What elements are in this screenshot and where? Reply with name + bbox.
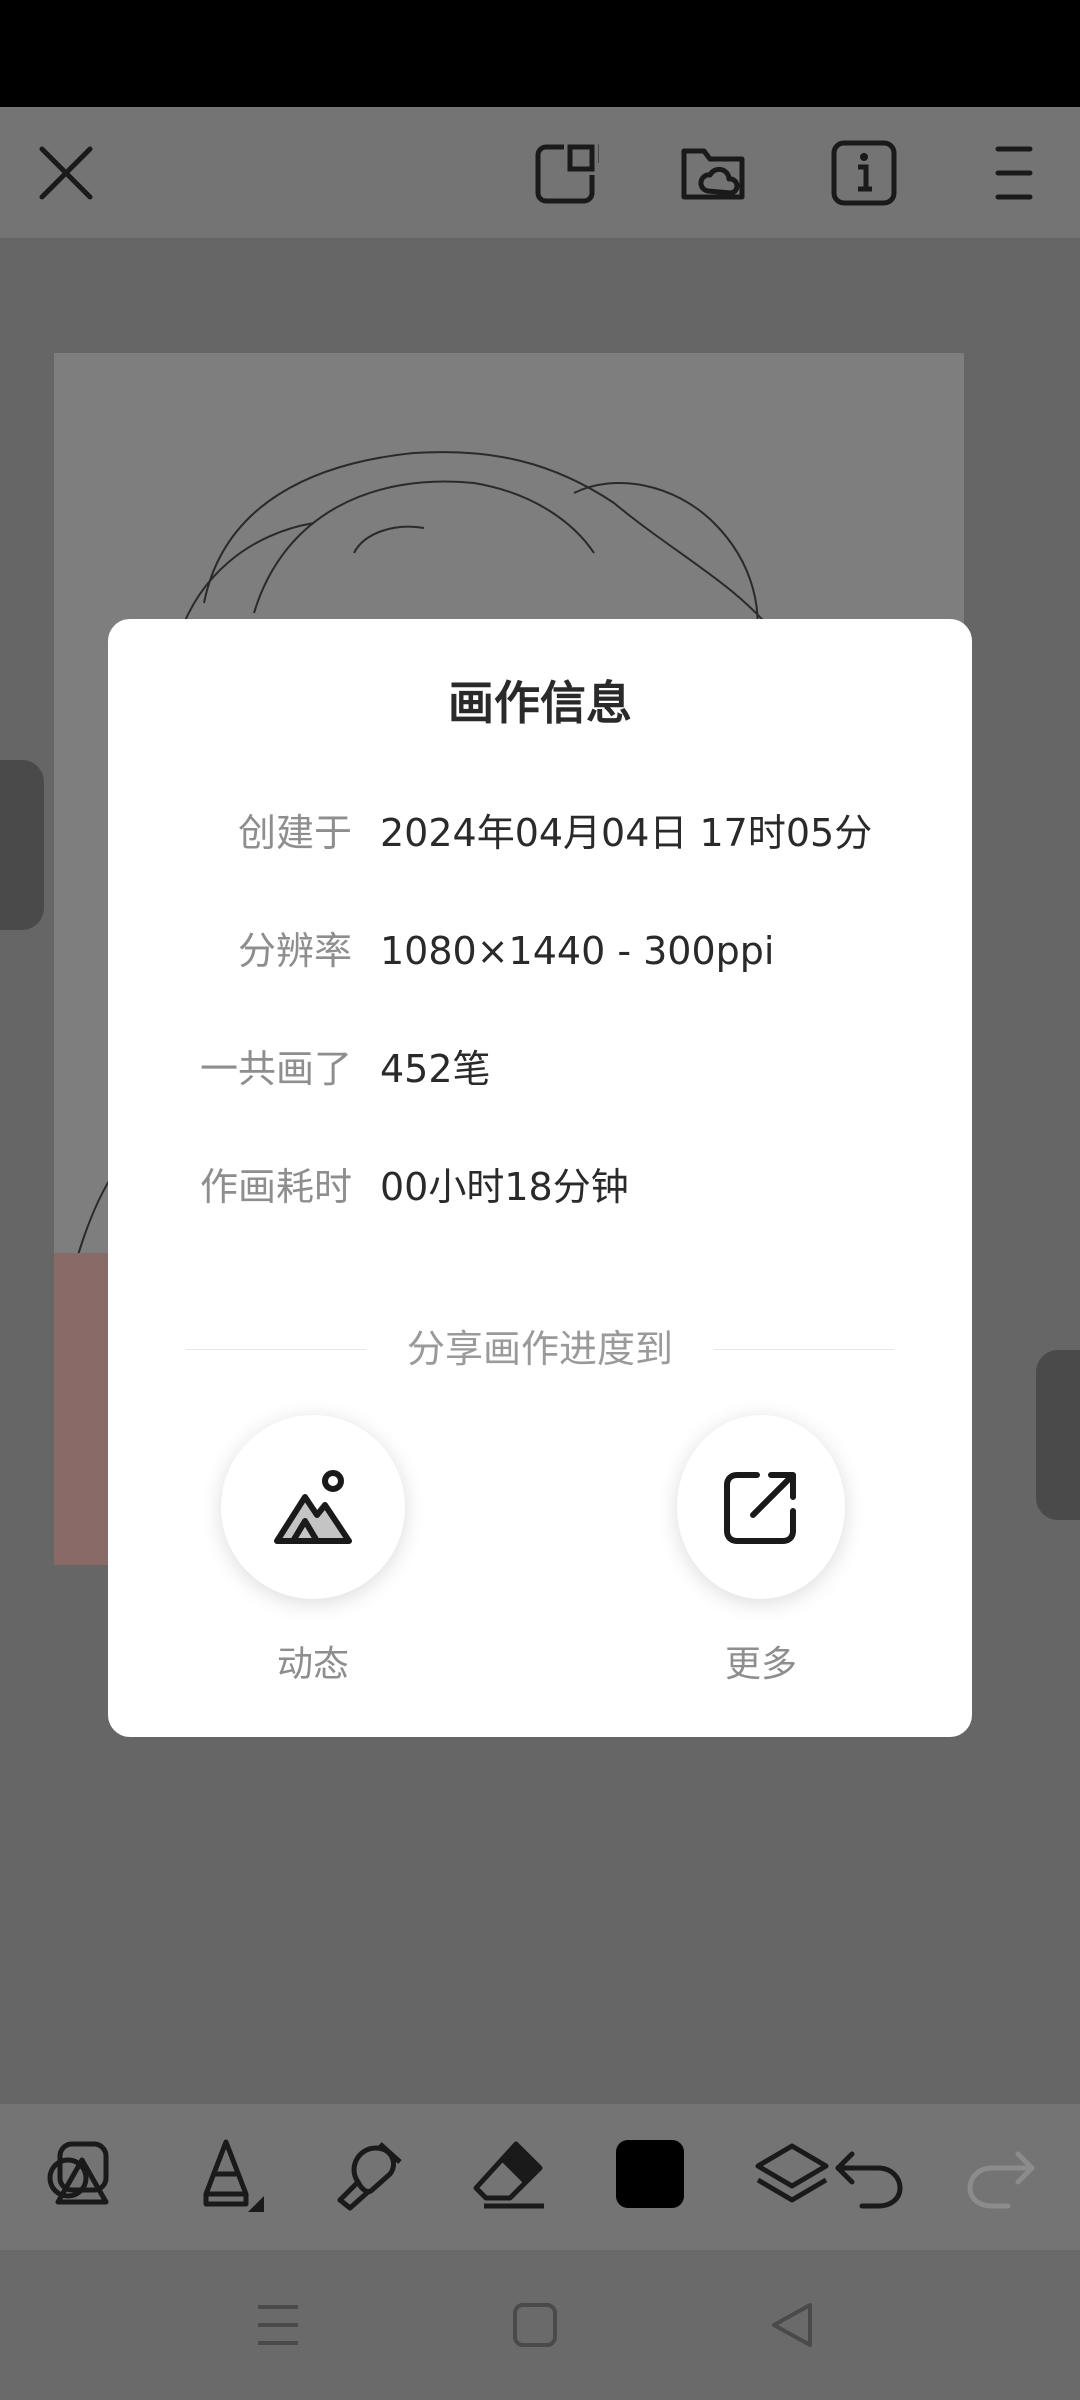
share-more-label: 更多 <box>724 1644 797 1685</box>
shapes-tool[interactable] <box>32 2124 132 2224</box>
eraser-tool[interactable] <box>460 2124 560 2224</box>
share-more-circle[interactable] <box>677 1415 845 1599</box>
shapes-icon <box>47 2141 109 2205</box>
menu-icon <box>995 146 1033 200</box>
share-section-heading: 分享画作进度到 <box>186 1319 894 1379</box>
smudge-icon <box>337 2142 402 2211</box>
artwork-info-dialog: 画作信息 创建于 2024年04月04日 17时05分 分辨率 1080×144… <box>108 619 972 1737</box>
divider <box>714 1349 894 1350</box>
info-row-duration: 作画耗时 00小时18分钟 <box>108 1157 972 1217</box>
undo-button[interactable] <box>820 2124 920 2224</box>
right-side-slider[interactable] <box>1036 1350 1080 1520</box>
export-button[interactable] <box>522 129 610 217</box>
info-row-resolution: 分辨率 1080×1440 - 300ppi <box>108 921 972 981</box>
share-feed-circle[interactable] <box>221 1415 405 1599</box>
cloud-folder-icon <box>681 148 745 200</box>
close-button[interactable] <box>22 129 110 217</box>
mountain-image-icon <box>274 1470 352 1544</box>
bottom-toolbar <box>0 2104 1080 2250</box>
back-icon <box>772 2303 812 2347</box>
info-label: 一共画了 <box>199 1047 352 1091</box>
system-nav-bar <box>0 2250 1080 2400</box>
recents-icon <box>258 2305 298 2345</box>
info-value: 1080×1440 - 300ppi <box>380 929 775 973</box>
info-button[interactable] <box>820 129 908 217</box>
share-to-feed-button[interactable]: 动态 <box>218 1415 408 1687</box>
home-button[interactable] <box>500 2290 570 2360</box>
home-icon <box>513 2303 557 2347</box>
cloud-folder-button[interactable] <box>670 129 758 217</box>
left-side-slider[interactable] <box>0 760 44 930</box>
smudge-tool[interactable] <box>318 2124 418 2224</box>
info-label: 分辨率 <box>237 929 352 973</box>
info-value: 2024年04月04日 17时05分 <box>380 811 873 855</box>
export-icon <box>535 141 599 204</box>
redo-button[interactable] <box>950 2124 1050 2224</box>
share-more-button[interactable]: 更多 <box>666 1415 856 1687</box>
pencil-tool[interactable] <box>176 2124 276 2224</box>
close-icon <box>39 146 93 200</box>
external-share-icon <box>724 1472 796 1544</box>
top-toolbar <box>0 107 1080 238</box>
menu-button[interactable] <box>970 129 1058 217</box>
info-row-created: 创建于 2024年04月04日 17时05分 <box>108 803 972 863</box>
info-icon <box>831 140 897 206</box>
info-label: 创建于 <box>237 811 352 855</box>
redo-icon <box>967 2151 1035 2209</box>
recents-button[interactable] <box>243 2290 313 2360</box>
eraser-icon <box>473 2141 544 2209</box>
share-feed-label: 动态 <box>276 1644 349 1685</box>
back-button[interactable] <box>757 2290 827 2360</box>
color-picker[interactable] <box>600 2124 700 2224</box>
info-label: 作画耗时 <box>199 1165 352 1209</box>
dialog-title: 画作信息 <box>448 676 632 730</box>
color-swatch-icon <box>616 2140 684 2208</box>
undo-icon <box>835 2151 903 2209</box>
info-row-strokes: 一共画了 452笔 <box>108 1039 972 1099</box>
info-value: 452笔 <box>380 1047 491 1091</box>
status-bar <box>0 0 1080 107</box>
pencil-icon <box>203 2139 264 2212</box>
info-value: 00小时18分钟 <box>380 1165 629 1209</box>
